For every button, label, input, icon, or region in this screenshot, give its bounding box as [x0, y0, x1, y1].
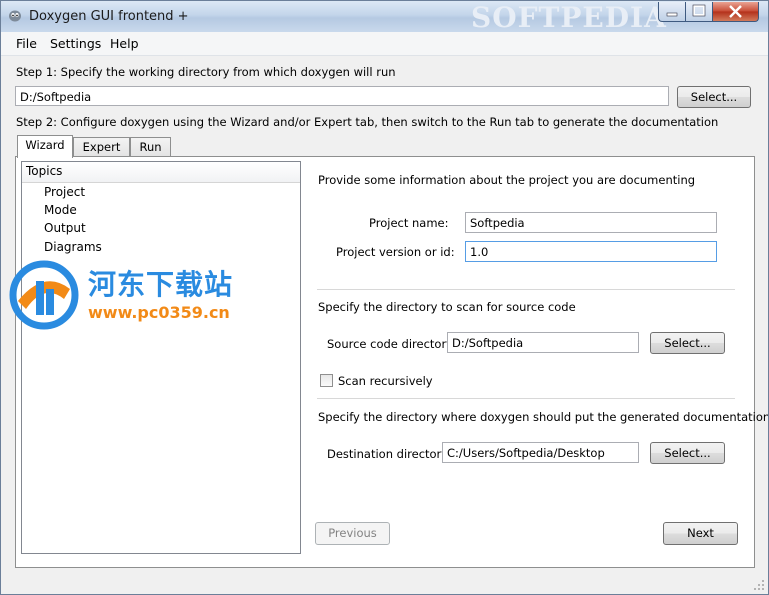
site-logo-icon	[9, 260, 79, 330]
app-window: Doxygen GUI frontend + SOFTPEDIA File Se…	[0, 0, 769, 595]
source-dir-select-button[interactable]: Select...	[650, 332, 725, 354]
menu-bar: File Settings Help	[1, 32, 768, 56]
divider	[317, 289, 735, 290]
minimize-button[interactable]	[658, 2, 686, 22]
maximize-button[interactable]	[685, 2, 713, 22]
topics-tree[interactable]: Topics Project Mode Output Diagrams	[21, 161, 301, 554]
doxygen-app-icon	[8, 9, 22, 23]
destination-dir-label: Destination directory:	[327, 447, 452, 461]
project-name-label: Project name:	[369, 216, 449, 230]
tab-run[interactable]: Run	[130, 137, 171, 156]
site-logo-overlay: 河东下载站 www.pc0359.cn	[8, 257, 258, 333]
close-button[interactable]	[712, 2, 759, 22]
topics-header-label: Topics	[26, 164, 63, 178]
source-dir-input[interactable]: D:/Softpedia	[447, 332, 639, 353]
site-name: 河东下载站	[88, 268, 234, 301]
source-intro: Specify the directory to scan for source…	[318, 300, 576, 314]
menu-settings[interactable]: Settings	[50, 36, 101, 51]
size-grip-icon[interactable]	[753, 579, 765, 591]
topics-header: Topics	[22, 162, 300, 183]
destination-intro: Specify the directory where doxygen shou…	[318, 410, 769, 424]
project-version-label: Project version or id:	[336, 245, 455, 259]
window-title: Doxygen GUI frontend +	[29, 9, 189, 24]
project-intro: Provide some information about the proje…	[318, 173, 696, 187]
destination-dir-select-button[interactable]: Select...	[650, 442, 725, 464]
tab-wizard[interactable]: Wizard	[17, 135, 73, 158]
project-name-input[interactable]: Softpedia	[465, 212, 717, 233]
scan-recursively-label: Scan recursively	[338, 374, 433, 388]
working-directory-select-button[interactable]: Select...	[677, 86, 751, 108]
destination-dir-input[interactable]: C:/Users/Softpedia/Desktop	[442, 442, 639, 463]
next-button[interactable]: Next	[663, 522, 738, 545]
project-version-input[interactable]: 1.0	[465, 241, 717, 262]
tab-expert[interactable]: Expert	[73, 137, 130, 156]
step2-label: Step 2: Configure doxygen using the Wiza…	[16, 115, 719, 129]
menu-file[interactable]: File	[16, 36, 37, 51]
topic-project[interactable]: Project	[44, 185, 85, 199]
topic-mode[interactable]: Mode	[44, 203, 77, 217]
scan-recursively-checkbox[interactable]	[320, 374, 333, 387]
source-dir-label: Source code directory:	[327, 337, 457, 351]
title-bar[interactable]: Doxygen GUI frontend + SOFTPEDIA	[1, 1, 768, 34]
working-directory-input[interactable]: D:/Softpedia	[15, 86, 669, 106]
previous-button[interactable]: Previous	[315, 522, 390, 545]
softpedia-watermark: SOFTPEDIA	[471, 1, 667, 34]
menu-help[interactable]: Help	[110, 36, 139, 51]
topic-output[interactable]: Output	[44, 221, 86, 235]
divider	[317, 398, 735, 399]
site-url: www.pc0359.cn	[88, 303, 230, 322]
step1-label: Step 1: Specify the working directory fr…	[16, 65, 396, 79]
topic-diagrams[interactable]: Diagrams	[44, 240, 102, 254]
